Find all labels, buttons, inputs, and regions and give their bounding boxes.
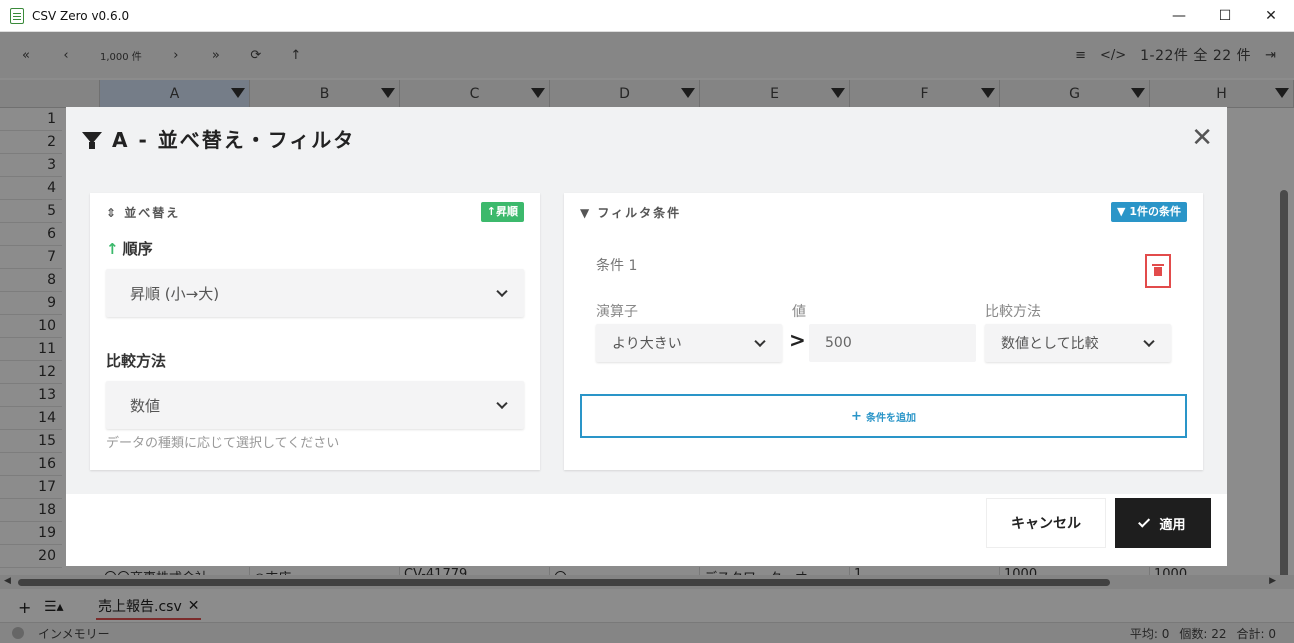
order-label: ↑ 順序 — [106, 238, 153, 259]
filter-icon: ▼ — [580, 206, 598, 220]
sort-panel-title-text: 並べ替え — [124, 206, 181, 220]
cancel-button[interactable]: キャンセル — [986, 498, 1106, 548]
window-title: CSV Zero v0.6.0 — [32, 8, 130, 23]
chevron-down-icon — [1143, 335, 1155, 348]
value-label: 値 — [792, 304, 806, 320]
order-label-text: 順序 — [122, 240, 153, 258]
filter-panel-title-text: フィルタ条件 — [597, 206, 682, 220]
operator-select[interactable]: より大きい — [596, 324, 782, 362]
sort-direction-badge: ↑昇順 — [480, 202, 524, 222]
maximize-button[interactable]: ☐ — [1202, 0, 1248, 32]
delete-condition-button[interactable] — [1145, 254, 1171, 288]
dialog-header: A - 並べ替え・フィルタ ✕ — [66, 107, 1227, 169]
chevron-down-icon — [496, 285, 508, 298]
filter-compare-value: 数値として比較 — [1001, 336, 1099, 352]
filter-icon — [82, 132, 102, 149]
sort-order-select[interactable]: 昇順 (小→大) — [106, 269, 524, 317]
filter-panel: ▼ フィルタ条件 ▼ 1件の条件 条件 1 演算子 値 比較方法 より大きい >… — [564, 193, 1203, 470]
operator-value: より大きい — [612, 336, 682, 352]
add-condition-label: 条件を追加 — [865, 412, 916, 424]
filter-icon: ▼ — [1117, 205, 1130, 218]
operator-symbol: > — [789, 328, 806, 352]
sort-order-value: 昇順 (小→大) — [130, 284, 220, 303]
sort-icon: ⇕ — [106, 206, 125, 220]
condition-count-badge: ▼ 1件の条件 — [1111, 202, 1187, 222]
sort-panel: ⇕ 並べ替え ↑昇順 ↑ 順序 昇順 (小→大) 比較方法 数値 データの種類に応… — [90, 193, 540, 470]
sort-filter-dialog: A - 並べ替え・フィルタ ✕ ⇕ 並べ替え ↑昇順 ↑ 順序 昇順 (小→大) … — [66, 107, 1227, 566]
app-icon — [10, 7, 24, 24]
title-bar: CSV Zero v0.6.0 — ☐ ✕ — [0, 0, 1294, 32]
filter-value-input[interactable] — [809, 324, 976, 362]
chevron-down-icon — [754, 335, 766, 348]
close-window-button[interactable]: ✕ — [1248, 0, 1294, 32]
dialog-body: ⇕ 並べ替え ↑昇順 ↑ 順序 昇順 (小→大) 比較方法 数値 データの種類に応… — [66, 169, 1227, 494]
check-icon — [1138, 515, 1151, 528]
window-controls: — ☐ ✕ — [1156, 0, 1294, 32]
close-icon[interactable]: ✕ — [1191, 125, 1213, 151]
operator-label: 演算子 — [596, 304, 638, 320]
sort-panel-title: ⇕ 並べ替え — [106, 204, 180, 221]
condition-title: 条件 1 — [596, 258, 638, 274]
trash-icon — [1152, 263, 1164, 276]
apply-button[interactable]: 適用 — [1115, 498, 1211, 548]
compare-method-label: 比較方法 — [985, 304, 1041, 320]
sort-compare-value: 数値 — [130, 396, 161, 415]
dialog-footer: キャンセル 適用 — [66, 494, 1227, 566]
dialog-title: A - 並べ替え・フィルタ — [112, 127, 356, 152]
filter-panel-title: ▼ フィルタ条件 — [580, 204, 681, 221]
plus-icon: + — [851, 408, 862, 424]
add-condition-button[interactable]: + 条件を追加 — [580, 394, 1187, 438]
sort-compare-select[interactable]: 数値 — [106, 381, 524, 429]
minimize-button[interactable]: — — [1156, 0, 1202, 32]
compare-hint: データの種類に応じて選択してください — [106, 436, 340, 451]
condition-count-text: 1件の条件 — [1129, 205, 1181, 218]
arrow-up-icon: ↑ — [106, 240, 119, 258]
filter-compare-select[interactable]: 数値として比較 — [985, 324, 1171, 362]
apply-label: 適用 — [1159, 517, 1186, 533]
compare-method-label: 比較方法 — [106, 352, 167, 370]
chevron-down-icon — [496, 397, 508, 410]
